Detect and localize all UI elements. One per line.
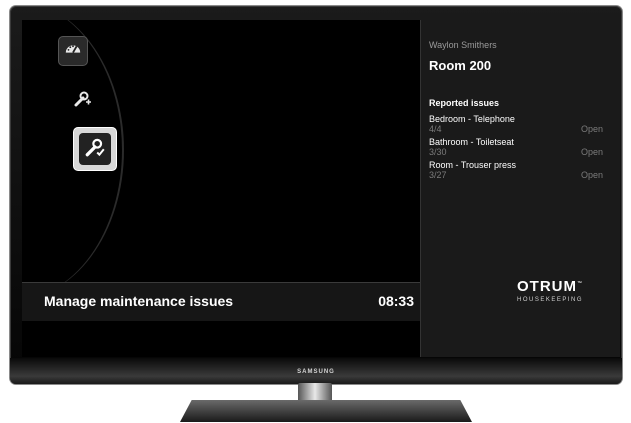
issue-item[interactable]: Room - Trouser press 3/27 Open [429,160,603,180]
otrum-logo: OTRUM™ HOUSEKEEPING [517,278,583,303]
tv-screen: Manage maintenance issues 08:33 Waylon S… [22,20,620,357]
footer-bar: Manage maintenance issues 08:33 [22,282,420,321]
issue-name: Room - Trouser press [429,160,517,170]
issue-name: Bathroom - Toiletseat [429,137,514,147]
issue-name: Bedroom - Telephone [429,114,515,124]
wrench-check-icon [84,136,106,163]
speedometer-icon [64,40,82,63]
add-wrench-icon [72,88,92,113]
nav-item-overview[interactable] [58,36,88,66]
logo-wordmark: OTRUM [517,278,577,295]
issue-status: Open [580,147,603,157]
clock: 08:33 [378,293,414,309]
issue-count: 3/30 [429,147,447,157]
nav-item-report-issue[interactable] [68,86,96,114]
logo-trademark: ™ [577,280,582,287]
main-pane [22,20,420,300]
issue-count: 4/4 [429,124,442,134]
room-title: Room 200 [429,58,492,73]
issue-item[interactable]: Bathroom - Toiletseat 3/30 Open [429,137,603,157]
nav-item-manage-issues[interactable] [73,127,117,171]
tv-bottom-rim: SAMSUNG [10,358,622,384]
logo-subtitle: HOUSEKEEPING [517,297,584,303]
guest-name: Waylon Smithers [429,40,497,50]
issue-count: 3/27 [429,170,447,180]
tv-stand-base [180,400,472,422]
page-title: Manage maintenance issues [44,293,234,309]
issue-status: Open [580,170,603,180]
issue-item[interactable]: Bedroom - Telephone 4/4 Open [429,114,603,134]
issue-status: Open [580,124,603,134]
details-panel: Waylon Smithers Room 200 Reported issues… [420,20,620,357]
issues-heading: Reported issues [429,98,500,108]
nav-item-manage-issues-inner [79,133,111,165]
tv-brand-label: SAMSUNG [297,369,335,375]
